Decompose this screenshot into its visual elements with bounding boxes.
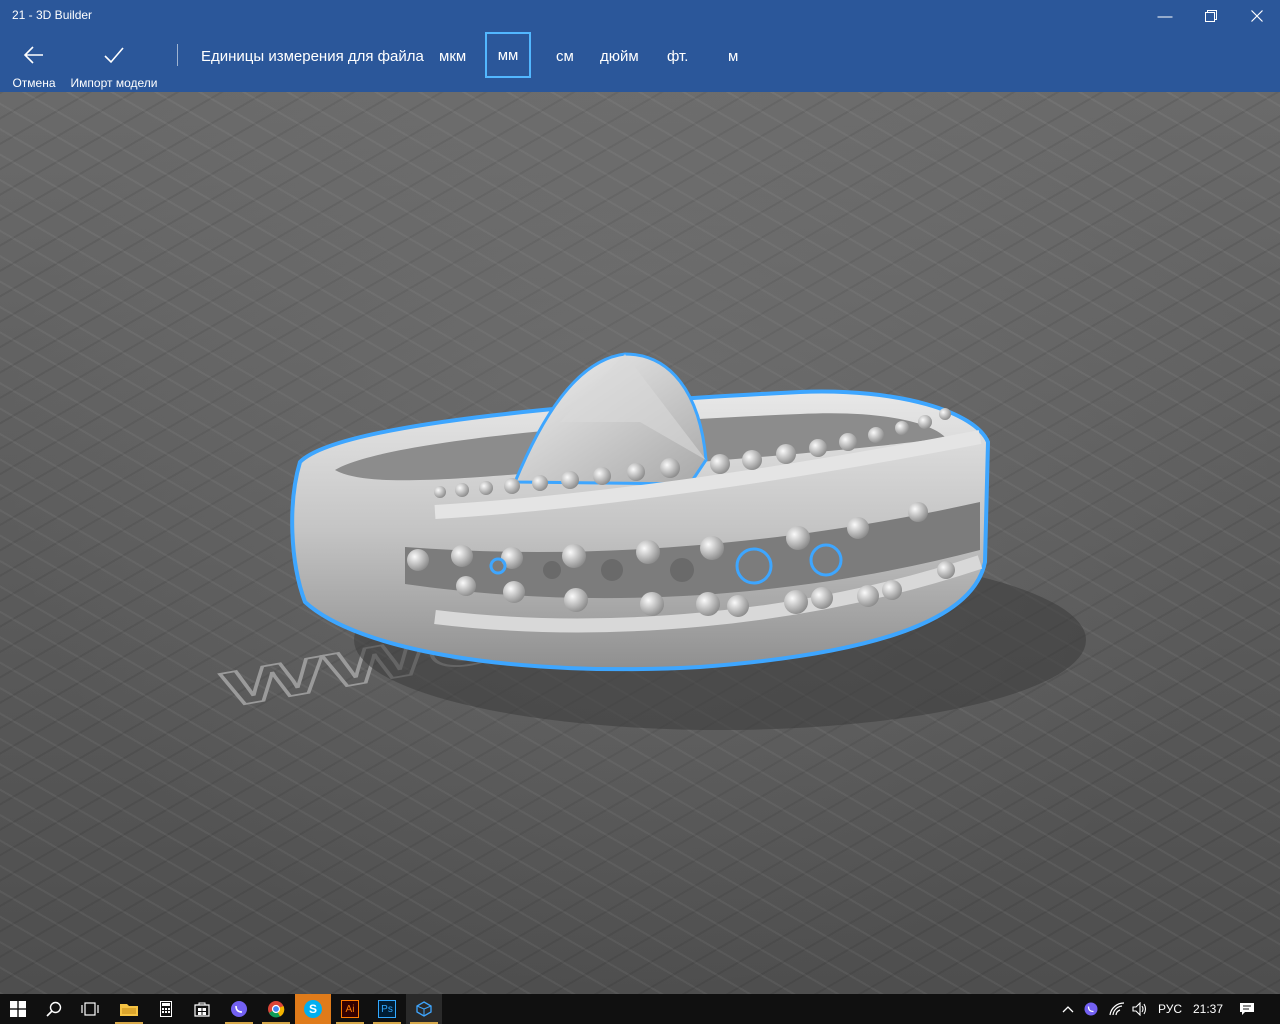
store-icon [194,1002,210,1017]
close-icon [1251,10,1263,22]
command-bar: Отмена Импорт модели Единицы измерения д… [0,32,1280,92]
task-view-button[interactable] [72,994,108,1024]
search-icon [46,1001,62,1017]
cancel-button[interactable]: Отмена [6,32,62,92]
skype-button[interactable]: S [295,994,331,1024]
3d-builder-button[interactable] [406,994,442,1024]
tray-viber[interactable] [1080,994,1102,1024]
restore-button[interactable] [1188,0,1234,32]
search-button[interactable] [36,994,72,1024]
viber-icon [1084,1002,1098,1016]
title-bar: 21 - 3D Builder — [0,0,1280,32]
file-explorer-button[interactable] [111,994,147,1024]
clock[interactable]: 21:37 [1188,994,1228,1024]
ring-model [290,352,991,672]
chrome-button[interactable] [258,994,294,1024]
unit-option-ft[interactable]: фт. [667,48,688,65]
toolbar-separator [177,44,178,66]
window-title: 21 - 3D Builder [12,8,93,22]
unit-option-m[interactable]: м [728,48,738,65]
cancel-label: Отмена [12,76,56,90]
task-view-icon [81,1002,99,1016]
calculator-button[interactable] [148,994,184,1024]
taskbar: S Ai Ps РУС 21:37 [0,994,1280,1024]
restore-icon [1205,10,1217,22]
show-hidden-icons-button[interactable] [1058,994,1078,1024]
notification-icon [1240,1003,1254,1015]
calculator-icon [160,1001,172,1017]
3d-builder-icon [416,1001,432,1017]
action-center-button[interactable] [1232,994,1262,1024]
viber-button[interactable] [221,994,257,1024]
illustrator-button[interactable]: Ai [332,994,368,1024]
import-model-label: Импорт модели [70,76,158,90]
minimize-button[interactable]: — [1142,0,1188,32]
file-explorer-icon [120,1004,138,1016]
viber-icon [231,1001,247,1017]
unit-option-cm[interactable]: см [556,48,574,65]
unit-option-mm[interactable]: мм [485,32,531,78]
unit-option-inch[interactable]: дюйм [600,48,639,65]
store-button[interactable] [184,994,220,1024]
start-icon [10,1001,26,1017]
import-model-button[interactable]: Импорт модели [68,32,160,92]
photoshop-icon: Ps [378,1000,396,1018]
photoshop-button[interactable]: Ps [369,994,405,1024]
3d-viewport[interactable]: WWO [0,92,1280,994]
start-button[interactable] [0,994,36,1024]
input-language[interactable]: РУС [1154,994,1186,1024]
unit-option-um[interactable]: мкм [439,48,466,65]
chrome-icon [268,1001,285,1018]
scene: WWO [217,352,1086,730]
units-label: Единицы измерения для файла [201,48,424,65]
speaker-icon [1132,1002,1147,1016]
back-arrow-icon [23,46,43,64]
tray-volume[interactable] [1129,994,1151,1024]
wifi-icon [1109,1002,1125,1016]
close-button[interactable] [1234,0,1280,32]
skype-icon: S [304,1000,322,1018]
checkmark-icon [104,47,124,64]
tray-network[interactable] [1105,994,1129,1024]
illustrator-icon: Ai [341,1000,359,1018]
minimize-icon: — [1157,7,1173,25]
chevron-up-icon [1062,1006,1074,1013]
